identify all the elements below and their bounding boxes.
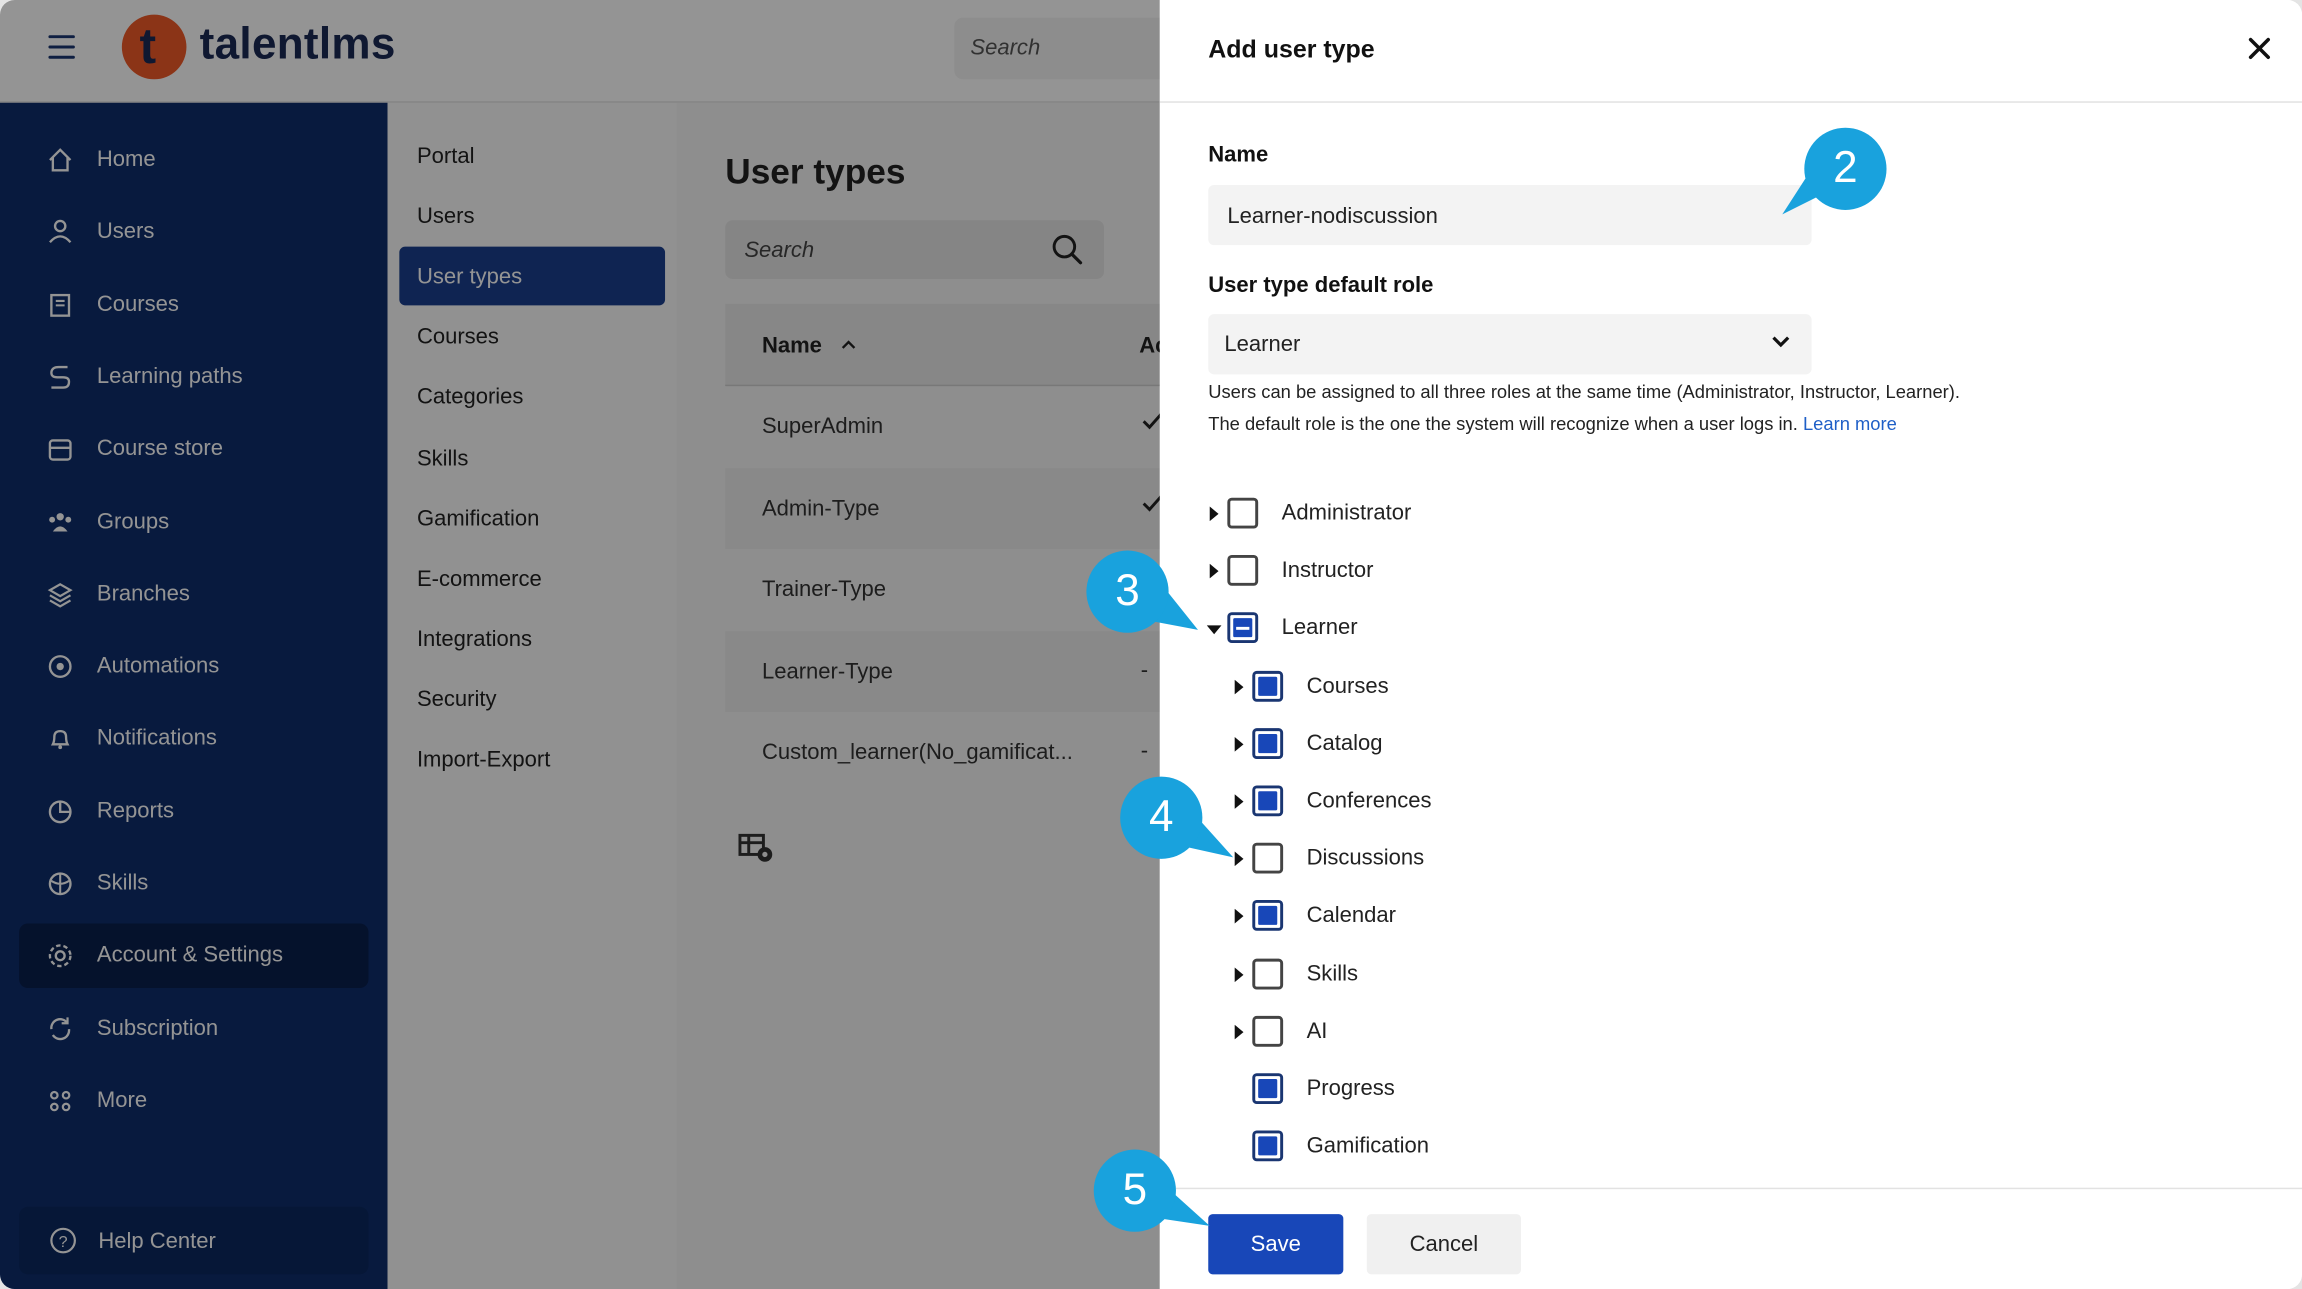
permission-checkbox[interactable] <box>1252 900 1284 932</box>
permission-administrator: Administrator <box>1208 497 1648 533</box>
permission-gamification: Gamification <box>1233 1130 1673 1166</box>
step-callout-2: 2 <box>1804 127 1887 210</box>
permission-label: Catalog <box>1306 730 1383 756</box>
default-role-select[interactable]: Learner <box>1208 314 1812 375</box>
permission-checkbox[interactable] <box>1252 842 1284 874</box>
default-role-value: Learner <box>1224 331 1301 357</box>
modal-backdrop[interactable] <box>0 0 1160 1289</box>
step-callout-4: 4 <box>1120 776 1203 859</box>
caret-down-icon[interactable] <box>1206 625 1222 637</box>
permission-label: Courses <box>1306 673 1389 699</box>
permission-checkbox[interactable] <box>1227 612 1259 644</box>
role-hint-line-2: The default role is the one the system w… <box>1208 414 1897 435</box>
drawer-title: Add user type <box>1208 35 1375 64</box>
permission-label: Progress <box>1306 1076 1395 1102</box>
cancel-button[interactable]: Cancel <box>1366 1214 1521 1275</box>
role-hint-line-1: Users can be assigned to all three roles… <box>1208 381 1960 403</box>
save-button[interactable]: Save <box>1208 1214 1344 1275</box>
permission-ai: AI <box>1233 1015 1673 1051</box>
close-icon[interactable] <box>2248 37 2271 60</box>
name-label: Name <box>1208 142 1269 168</box>
permission-label: Conferences <box>1306 788 1432 814</box>
permission-checkbox[interactable] <box>1252 727 1284 759</box>
permission-label: AI <box>1306 1018 1328 1044</box>
permission-discussions: Discussions <box>1233 842 1673 878</box>
permission-checkbox[interactable] <box>1252 670 1284 702</box>
caret-right-icon[interactable] <box>1233 966 1245 982</box>
name-input[interactable]: Learner-nodiscussion <box>1208 184 1812 246</box>
step-callout-3: 3 <box>1086 550 1169 633</box>
learn-more-link[interactable]: Learn more <box>1803 414 1897 435</box>
permission-checkbox[interactable] <box>1252 785 1284 817</box>
drawer-divider <box>1159 101 2302 103</box>
permission-label: Gamification <box>1306 1133 1430 1159</box>
permission-label: Discussions <box>1306 845 1425 871</box>
step-callout-5: 5 <box>1093 1149 1176 1232</box>
permission-courses: Courses <box>1233 670 1673 705</box>
permission-label: Learner <box>1281 615 1358 641</box>
permission-learner: Learner <box>1206 612 1648 648</box>
permission-checkbox[interactable] <box>1227 555 1259 587</box>
permission-label: Administrator <box>1281 500 1412 526</box>
caret-right-icon[interactable] <box>1233 736 1245 752</box>
chevron-down-icon[interactable] <box>1771 335 1792 350</box>
caret-right-icon[interactable] <box>1233 1024 1245 1040</box>
permission-conferences: Conferences <box>1233 785 1673 820</box>
permission-calendar: Calendar <box>1233 900 1673 936</box>
default-role-label: User type default role <box>1208 273 1434 299</box>
caret-right-icon[interactable] <box>1208 506 1220 522</box>
permission-label: Skills <box>1306 961 1359 986</box>
permission-label: Instructor <box>1281 558 1374 584</box>
footer-divider <box>1159 1187 2302 1190</box>
permission-progress: Progress <box>1233 1073 1673 1108</box>
permission-instructor: Instructor <box>1208 555 1648 590</box>
permission-label: Calendar <box>1306 903 1396 929</box>
permission-catalog: Catalog <box>1233 727 1673 763</box>
role-hint-text: The default role is the one the system w… <box>1208 414 1798 435</box>
caret-right-icon[interactable] <box>1233 909 1245 925</box>
permission-checkbox[interactable] <box>1252 958 1284 989</box>
permission-checkbox[interactable] <box>1252 1073 1284 1105</box>
permission-checkbox[interactable] <box>1252 1130 1284 1162</box>
permission-checkbox[interactable] <box>1252 1015 1284 1047</box>
permission-skills: Skills <box>1233 958 1673 993</box>
add-user-type-drawer: Add user type Name Learner-nodiscussion … <box>1159 0 2302 1289</box>
caret-right-icon[interactable] <box>1233 679 1245 694</box>
caret-right-icon[interactable] <box>1208 564 1220 579</box>
permission-checkbox[interactable] <box>1227 497 1259 529</box>
